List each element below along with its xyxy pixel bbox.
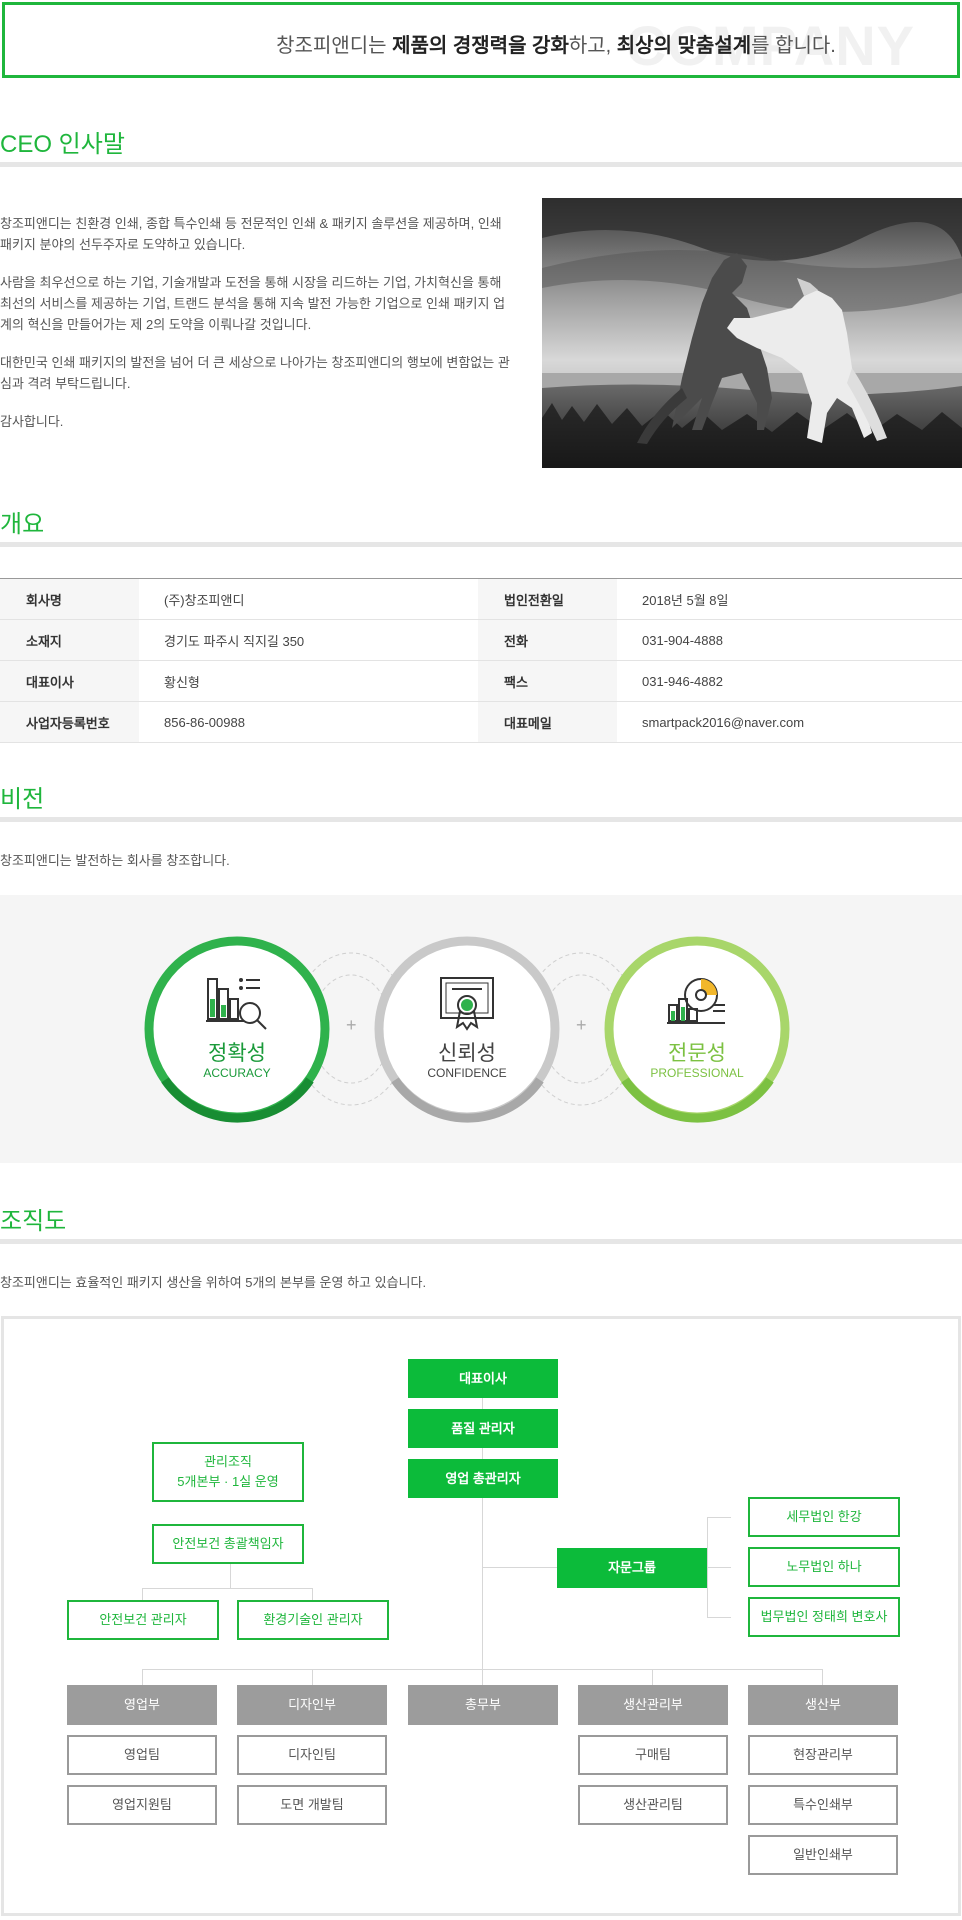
org-management-line1: 관리조직	[204, 1454, 252, 1469]
org-env-manager-box: 환경기술인 관리자	[237, 1600, 389, 1640]
vision-panel: + + 정확성 ACCURACY 신뢰성 CONFIDENCE 전문성 PROF…	[0, 895, 962, 1163]
vision-item-accuracy: 정확성 ACCURACY	[157, 975, 317, 1125]
vision-label-en: CONFIDENCE	[427, 1066, 507, 1080]
connector-line	[142, 1588, 143, 1600]
plus-sign: +	[576, 1015, 587, 1035]
banner-text-part: 창조피앤디는	[276, 35, 393, 57]
ceo-paragraph-3: 대한민국 인쇄 패키지의 발전을 넘어 더 큰 세상으로 나아가는 창조피앤디의…	[0, 355, 510, 391]
org-management-line2: 5개본부 · 1실 운영	[177, 1474, 279, 1489]
org-safety-manager-box: 안전보건 관리자	[67, 1600, 219, 1640]
connector-line	[652, 1669, 653, 1685]
overview-value: 031-904-4888	[617, 619, 962, 661]
section-divider	[0, 817, 962, 822]
org-labor-box: 노무법인 하나	[748, 1547, 900, 1587]
chart-magnifier-icon	[206, 978, 267, 1030]
overview-table: 회사명 (주)창조피앤디 법인전환일 2018년 5월 8일 소재지 경기도 파주시 직지…	[0, 578, 962, 743]
section-divider	[0, 542, 962, 547]
overview-key: 소재지	[0, 619, 139, 661]
overview-row: 대표이사 황신형 팩스 031-946-4882	[0, 660, 962, 702]
org-team-box: 디자인팀	[237, 1735, 387, 1775]
connector-line	[707, 1517, 731, 1518]
org-safety-chief-box: 안전보건 총괄책임자	[152, 1524, 304, 1564]
vision-item-confidence: 신뢰성 CONFIDENCE	[387, 975, 547, 1125]
overview-row: 회사명 (주)창조피앤디 법인전환일 2018년 5월 8일	[0, 578, 962, 620]
org-section-title: 조직도	[0, 1208, 67, 1235]
overview-key: 대표이사	[0, 660, 139, 702]
overview-value: (주)창조피앤디	[139, 578, 478, 620]
pie-chart-icon	[667, 978, 725, 1024]
overview-value: 경기도 파주시 직지길 350	[139, 619, 478, 661]
company-banner: COMPANY 창조피앤디는 제품의 경쟁력을 강화하고, 최상의 맞춤설계를 …	[2, 2, 960, 78]
ceo-section-title: CEO 인사말	[0, 131, 125, 158]
org-sales-manager-box: 영업 총관리자	[408, 1459, 558, 1498]
connector-line	[230, 1564, 231, 1588]
vision-item-professional: 전문성 PROFESSIONAL	[617, 975, 777, 1125]
org-law-box: 법무법인 정태희 변호사	[748, 1597, 900, 1637]
certificate-icon	[440, 977, 494, 1031]
banner-text-part: 하고,	[568, 35, 617, 57]
org-team-box: 특수인쇄부	[748, 1785, 898, 1825]
overview-section-title: 개요	[0, 511, 45, 538]
org-team-box: 영업팀	[67, 1735, 217, 1775]
horses-photo	[542, 198, 962, 468]
overview-value: 031-946-4882	[617, 660, 962, 702]
banner-bold-part: 최상의 맞춤설계	[616, 35, 752, 57]
vision-description: 창조피앤디는 발전하는 회사를 창조합니다.	[0, 853, 230, 868]
banner-text-part: 를 합니다.	[751, 35, 836, 57]
connector-line	[312, 1669, 313, 1685]
org-department-box: 디자인부	[237, 1685, 387, 1725]
connector-line	[142, 1588, 313, 1589]
org-team-box: 생산관리팀	[578, 1785, 728, 1825]
overview-key: 대표메일	[478, 701, 617, 743]
overview-value: 2018년 5월 8일	[617, 578, 962, 620]
org-department-box: 총무부	[408, 1685, 558, 1725]
org-quality-box: 품질 관리자	[408, 1409, 558, 1448]
overview-row: 소재지 경기도 파주시 직지길 350 전화 031-904-4888	[0, 619, 962, 661]
org-tax-box: 세무법인 한강	[748, 1497, 900, 1537]
overview-key: 전화	[478, 619, 617, 661]
org-advisory-box: 자문그룹	[557, 1548, 707, 1588]
org-team-box: 영업지원팀	[67, 1785, 217, 1825]
vision-label: 신뢰성	[438, 1042, 496, 1065]
overview-key: 사업자등록번호	[0, 701, 139, 743]
ceo-paragraph-2: 사람을 최우선으로 하는 기업, 기술개발과 도전을 통해 시장을 리드하는 기…	[0, 275, 506, 332]
org-team-box: 도면 개발팀	[237, 1785, 387, 1825]
overview-key: 법인전환일	[478, 578, 617, 620]
overview-value: 856-86-00988	[139, 701, 478, 743]
org-department-box: 생산부	[748, 1685, 898, 1725]
overview-value: 황신형	[139, 660, 478, 702]
overview-row: 사업자등록번호 856-86-00988 대표메일 smartpack2016@nav…	[0, 701, 962, 743]
org-department-box: 영업부	[67, 1685, 217, 1725]
overview-key: 회사명	[0, 578, 139, 620]
overview-key: 팩스	[478, 660, 617, 702]
vision-section-title: 비전	[0, 786, 45, 813]
org-department-box: 생산관리부	[578, 1685, 728, 1725]
org-ceo-box: 대표이사	[408, 1359, 558, 1398]
connector-line	[707, 1617, 731, 1618]
org-team-box: 구매팀	[578, 1735, 728, 1775]
vision-label: 전문성	[668, 1042, 726, 1065]
connector-line	[142, 1669, 143, 1685]
ceo-message: 창조피앤디는 친환경 인쇄, 종합 특수인쇄 등 전문적인 인쇄 & 패키지 솔…	[0, 213, 510, 449]
org-team-box: 일반인쇄부	[748, 1835, 898, 1875]
plus-sign: +	[346, 1015, 357, 1035]
ceo-paragraph-1: 창조피앤디는 친환경 인쇄, 종합 특수인쇄 등 전문적인 인쇄 & 패키지 솔…	[0, 216, 502, 252]
section-divider	[0, 1239, 962, 1244]
vision-label-en: ACCURACY	[203, 1066, 271, 1080]
connector-line	[312, 1588, 313, 1600]
section-divider	[0, 162, 962, 167]
connector-line	[822, 1669, 823, 1685]
banner-bold-part: 제품의 경쟁력을 강화	[392, 35, 569, 57]
org-chart: 대표이사 품질 관리자 영업 총관리자 관리조직 5개본부 · 1실 운영 안전…	[1, 1316, 961, 1916]
ceo-paragraph-4: 감사합니다.	[0, 414, 64, 429]
banner-text: 창조피앤디는 제품의 경쟁력을 강화하고, 최상의 맞춤설계를 합니다.	[5, 29, 957, 58]
connector-line	[707, 1567, 731, 1568]
vision-label-en: PROFESSIONAL	[650, 1066, 744, 1080]
org-description: 창조피앤디는 효율적인 패키지 생산을 위하여 5개의 본부를 운영 하고 있습…	[0, 1275, 427, 1290]
org-management-box: 관리조직 5개본부 · 1실 운영	[152, 1442, 304, 1502]
vision-label: 정확성	[208, 1042, 266, 1065]
overview-value: smartpack2016@naver.com	[617, 701, 962, 743]
connector-line	[142, 1669, 823, 1670]
org-team-box: 현장관리부	[748, 1735, 898, 1775]
